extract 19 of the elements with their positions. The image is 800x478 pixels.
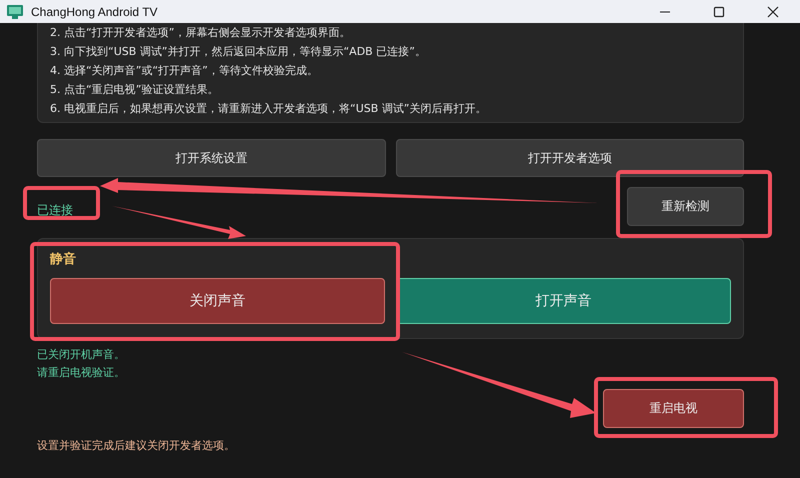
tv-icon <box>7 4 23 18</box>
instruction-text: 5. 点击“重启电视”验证设置结果。 <box>50 82 220 98</box>
sound-button[interactable]: 关闭声音 <box>50 278 385 324</box>
footer-note: 设置并验证完成后建议关闭开发者选项。 <box>37 438 236 453</box>
recheck-button[interactable]: 重新检测 <box>627 187 744 226</box>
status-message: 已关闭开机声音。 <box>37 347 126 363</box>
panel-title: 静音 <box>50 251 77 268</box>
instruction-text: 2. 点击“打开开发者选项”，屏幕右侧会显示开发者选项界面。 <box>50 25 352 41</box>
connection-status: 已连接 <box>37 202 73 219</box>
settings-button[interactable]: 打开开发者选项 <box>396 139 744 177</box>
status-message: 请重启电视验证。 <box>37 365 126 381</box>
instruction-text: 3. 向下找到“USB 调试”并打开，然后返回本应用，等待显示“ADB 已连接”。 <box>50 44 427 60</box>
instruction-text: 6. 电视重启后，如果想再次设置，请重新进入开发者选项，将“USB 调试”关闭后再打开。 <box>50 101 488 117</box>
settings-button[interactable]: 打开系统设置 <box>37 139 386 177</box>
maximize-icon[interactable] <box>713 6 725 18</box>
instruction-text: 4. 选择“关闭声音”或“打开声音”，等待文件校验完成。 <box>50 63 319 79</box>
close-icon[interactable] <box>767 6 779 18</box>
restart-button[interactable]: 重启电视 <box>603 389 744 428</box>
window-title: ChangHong Android TV <box>31 4 158 18</box>
